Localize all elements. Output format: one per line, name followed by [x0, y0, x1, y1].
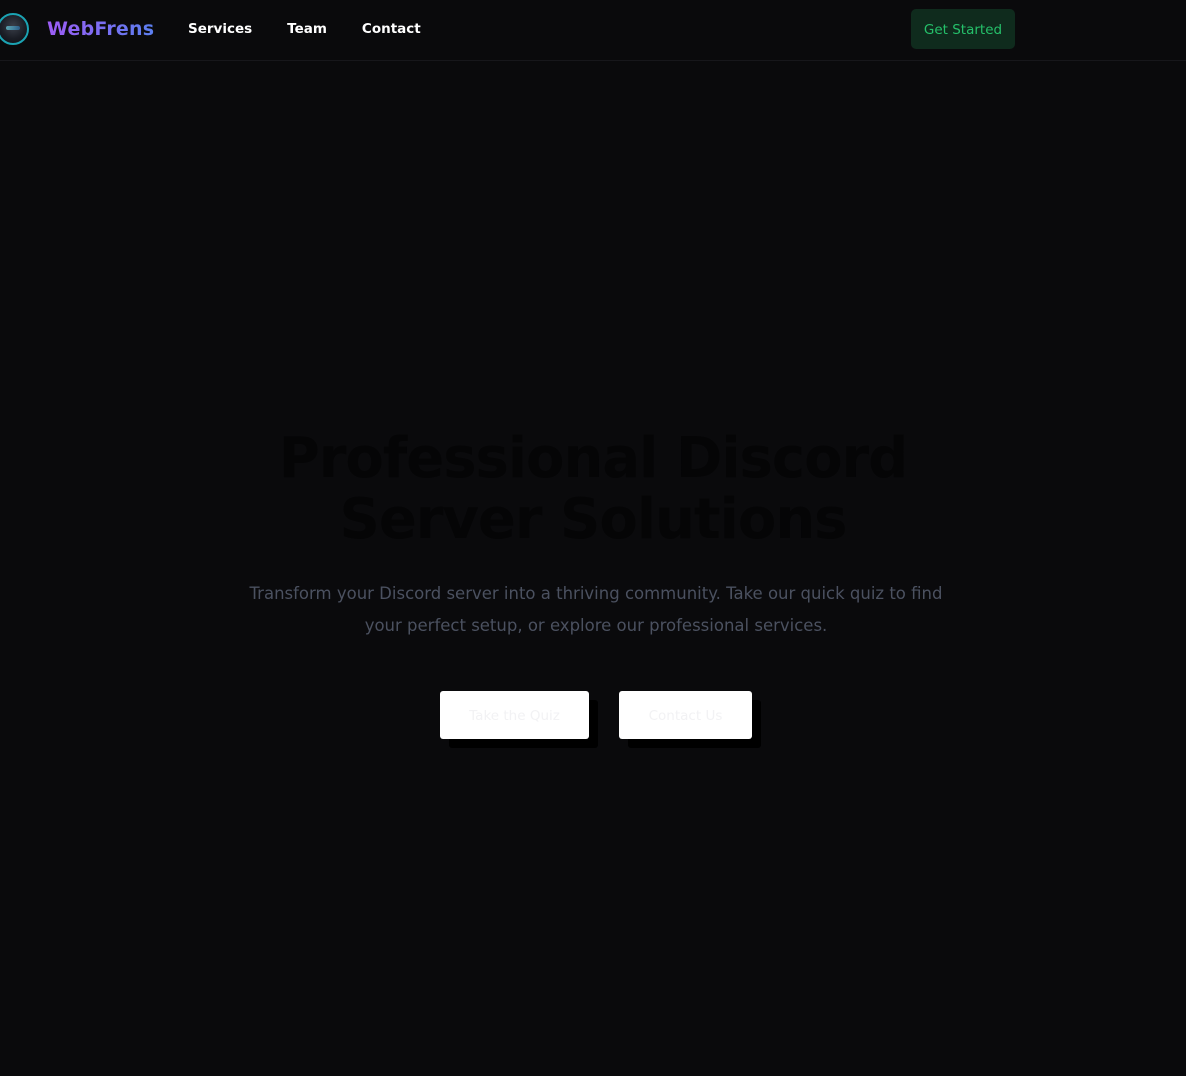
take-quiz-button[interactable]: Take the Quiz: [440, 691, 589, 739]
brand-name[interactable]: WebFrens: [47, 16, 154, 42]
hero-title: Professional Discord Server Solutions: [193, 428, 993, 550]
contact-us-button[interactable]: Contact Us: [619, 691, 752, 739]
navbar: WebFrens Services Team Contact Get Start…: [0, 0, 1186, 61]
nav-link-contact[interactable]: Contact: [362, 19, 421, 39]
hero-subtitle: Transform your Discord server into a thr…: [243, 578, 949, 642]
nav-link-team[interactable]: Team: [287, 19, 327, 39]
nav-link-services[interactable]: Services: [188, 19, 252, 39]
hero-subtitle-line-2: your perfect setup, or explore our profe…: [364, 616, 828, 635]
hero-title-line-2: Server Solutions: [339, 487, 847, 552]
hero-subtitle-line-1: Transform your Discord server into a thr…: [249, 584, 943, 603]
avatar-visor: [6, 26, 20, 30]
get-started-button[interactable]: Get Started: [911, 9, 1015, 49]
nav-links: Services Team Contact: [188, 19, 456, 39]
avatar-logo-icon[interactable]: [0, 13, 29, 45]
hero-title-line-1: Professional Discord: [278, 426, 909, 491]
